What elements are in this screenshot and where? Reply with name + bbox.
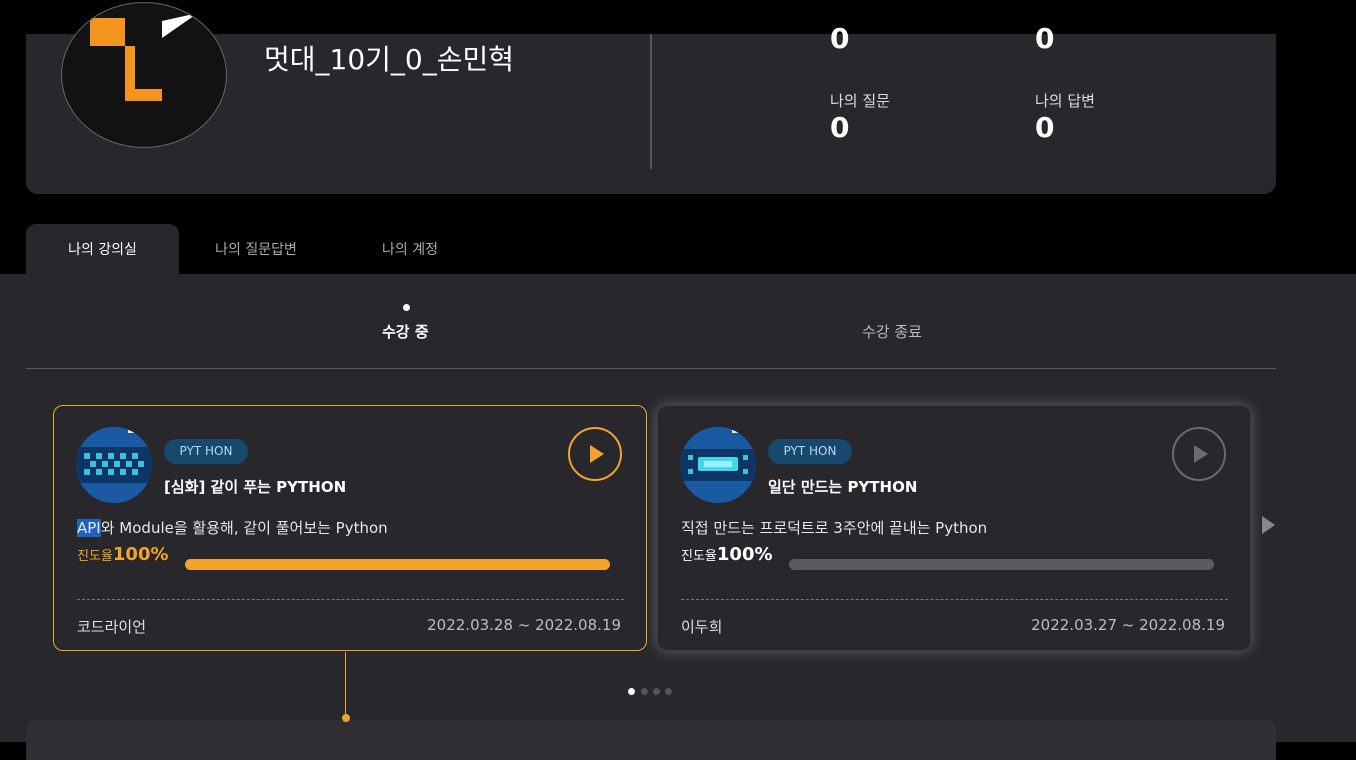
instructor-name: 코드라이언 (77, 618, 147, 636)
timeline-dot (342, 714, 350, 722)
course-card[interactable]: PYT HON [심화] 같이 푸는 PYTHON API와 Module을 활… (53, 405, 647, 651)
stat-value: 0 (830, 111, 850, 144)
progress-fill (185, 559, 610, 570)
subtab-in-progress[interactable]: 수강 중 (382, 321, 429, 342)
instructor-name: 이두희 (681, 618, 723, 636)
bottom-panel (26, 720, 1276, 760)
profile-divider (650, 34, 652, 169)
classroom-content: 수강 중 수강 종료 PYT HON [심화] 같이 푸는 PYTHON API… (0, 274, 1356, 760)
course-description: API와 Module을 활용해, 같이 풀어보는 Python (77, 517, 388, 538)
profile-panel: 멋대_10기_0_손민혁 0 0 나의 질문 0 나의 답변 0 (26, 2, 1276, 194)
card-divider (77, 599, 624, 600)
stat-value-top-2: 0 (1035, 22, 1055, 55)
selected-text: API (77, 519, 101, 537)
course-dates: 2022.03.28 ~ 2022.08.19 (427, 616, 621, 634)
course-title: [심화] 같이 푸는 PYTHON (164, 478, 347, 496)
pager-dot[interactable] (641, 688, 648, 695)
avatar (61, 2, 227, 148)
course-card[interactable]: PYT HON 일단 만드는 PYTHON 직접 만드는 프로덕트로 3주안에 … (657, 405, 1251, 651)
stat-my-answers: 나의 답변 0 (1035, 90, 1095, 144)
progress-label-text: 진도율 (681, 549, 717, 564)
active-subtab-indicator (403, 304, 410, 311)
course-description: 직접 만드는 프로덕트로 3주안에 끝내는 Python (681, 517, 987, 538)
progress-label: 진도율100% (77, 544, 169, 565)
course-thumbnail (76, 427, 152, 503)
progress-value: 100% (112, 544, 169, 565)
pager-dot[interactable] (653, 688, 660, 695)
stat-label: 나의 답변 (1035, 92, 1095, 110)
course-title: 일단 만드는 PYTHON (768, 478, 918, 496)
subtab-divider (26, 368, 1276, 369)
course-description-text: 와 Module을 활용해, 같이 풀어보는 Python (100, 519, 388, 537)
tab-my-classroom[interactable]: 나의 강의실 (26, 224, 179, 274)
pager-dot[interactable] (665, 688, 672, 695)
play-circle-icon[interactable] (568, 427, 622, 481)
course-category-badge: PYT HON (768, 439, 852, 464)
timeline-connector (345, 652, 346, 717)
progress-bar (789, 559, 1214, 570)
stat-my-questions: 나의 질문 0 (830, 90, 890, 144)
progress-bar (185, 559, 610, 570)
card-divider (681, 599, 1228, 600)
subtab-completed[interactable]: 수강 종료 (862, 321, 922, 342)
tab-my-account[interactable]: 나의 계정 (346, 224, 474, 274)
play-circle-icon[interactable] (1172, 427, 1226, 481)
stat-value: 0 (1035, 111, 1055, 144)
progress-fill (789, 559, 1214, 570)
course-thumbnail (680, 427, 756, 503)
username: 멋대_10기_0_손민혁 (264, 43, 515, 76)
progress-value: 100% (716, 544, 773, 565)
stat-label: 나의 질문 (830, 92, 890, 110)
course-dates: 2022.03.27 ~ 2022.08.19 (1031, 616, 1225, 634)
course-category-badge: PYT HON (164, 439, 248, 464)
course-description-text: 직접 만드는 프로덕트로 3주안에 끝내는 Python (681, 519, 988, 537)
next-arrow-icon[interactable] (1262, 516, 1275, 534)
progress-label-text: 진도율 (77, 549, 113, 564)
stat-value-top-1: 0 (830, 22, 850, 55)
progress-label: 진도율100% (681, 544, 773, 565)
tab-my-qna[interactable]: 나의 질문답변 (186, 224, 326, 274)
pager-dot-active[interactable] (628, 688, 635, 695)
